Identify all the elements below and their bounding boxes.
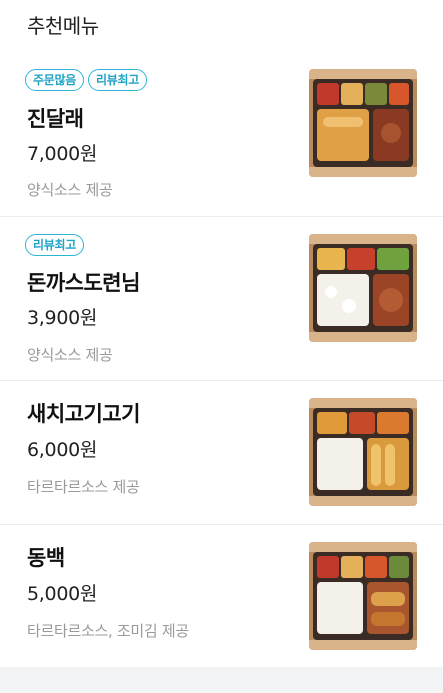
menu-name: 새치고기고기 xyxy=(27,402,140,426)
menu-item-2[interactable]: 리뷰최고 돈까스도련님 3,900원 양식소스 제공 xyxy=(0,217,443,381)
menu-image xyxy=(309,69,417,177)
bento-box-icon xyxy=(309,398,417,506)
menu-name: 돈까스도련님 xyxy=(27,271,140,295)
menu-image xyxy=(309,234,417,342)
badge-group: 주문많음 리뷰최고 xyxy=(25,69,147,91)
menu-name: 진달래 xyxy=(27,107,84,131)
badge-group: 리뷰최고 xyxy=(25,234,84,256)
menu-price: 7,000원 xyxy=(27,143,98,165)
menu-price: 3,900원 xyxy=(27,307,98,329)
bento-box-icon xyxy=(309,234,417,342)
menu-description: 타르타르소스, 조미김 제공 xyxy=(27,622,189,640)
bento-box-icon xyxy=(309,542,417,650)
menu-price: 5,000원 xyxy=(27,583,98,605)
badge-best-review: 리뷰최고 xyxy=(87,69,147,91)
badge-popular: 주문많음 xyxy=(25,69,84,91)
menu-item-1[interactable]: 주문많음 리뷰최고 진달래 7,000원 양식소스 제공 xyxy=(0,55,443,217)
menu-description: 타르타르소스 제공 xyxy=(27,478,140,496)
menu-name: 동백 xyxy=(27,546,65,570)
menu-description: 양식소스 제공 xyxy=(27,346,113,364)
menu-item-4[interactable]: 동백 5,000원 타르타르소스, 조미김 제공 xyxy=(0,525,443,667)
menu-item-3[interactable]: 새치고기고기 6,000원 타르타르소스 제공 xyxy=(0,381,443,525)
menu-image xyxy=(309,398,417,506)
badge-best-review: 리뷰최고 xyxy=(25,234,84,256)
menu-description: 양식소스 제공 xyxy=(27,181,113,199)
bottom-spacer xyxy=(0,667,443,693)
bento-box-icon xyxy=(309,69,417,177)
menu-price: 6,000원 xyxy=(27,439,98,461)
menu-image xyxy=(309,542,417,650)
section-title: 추천메뉴 xyxy=(27,14,99,38)
